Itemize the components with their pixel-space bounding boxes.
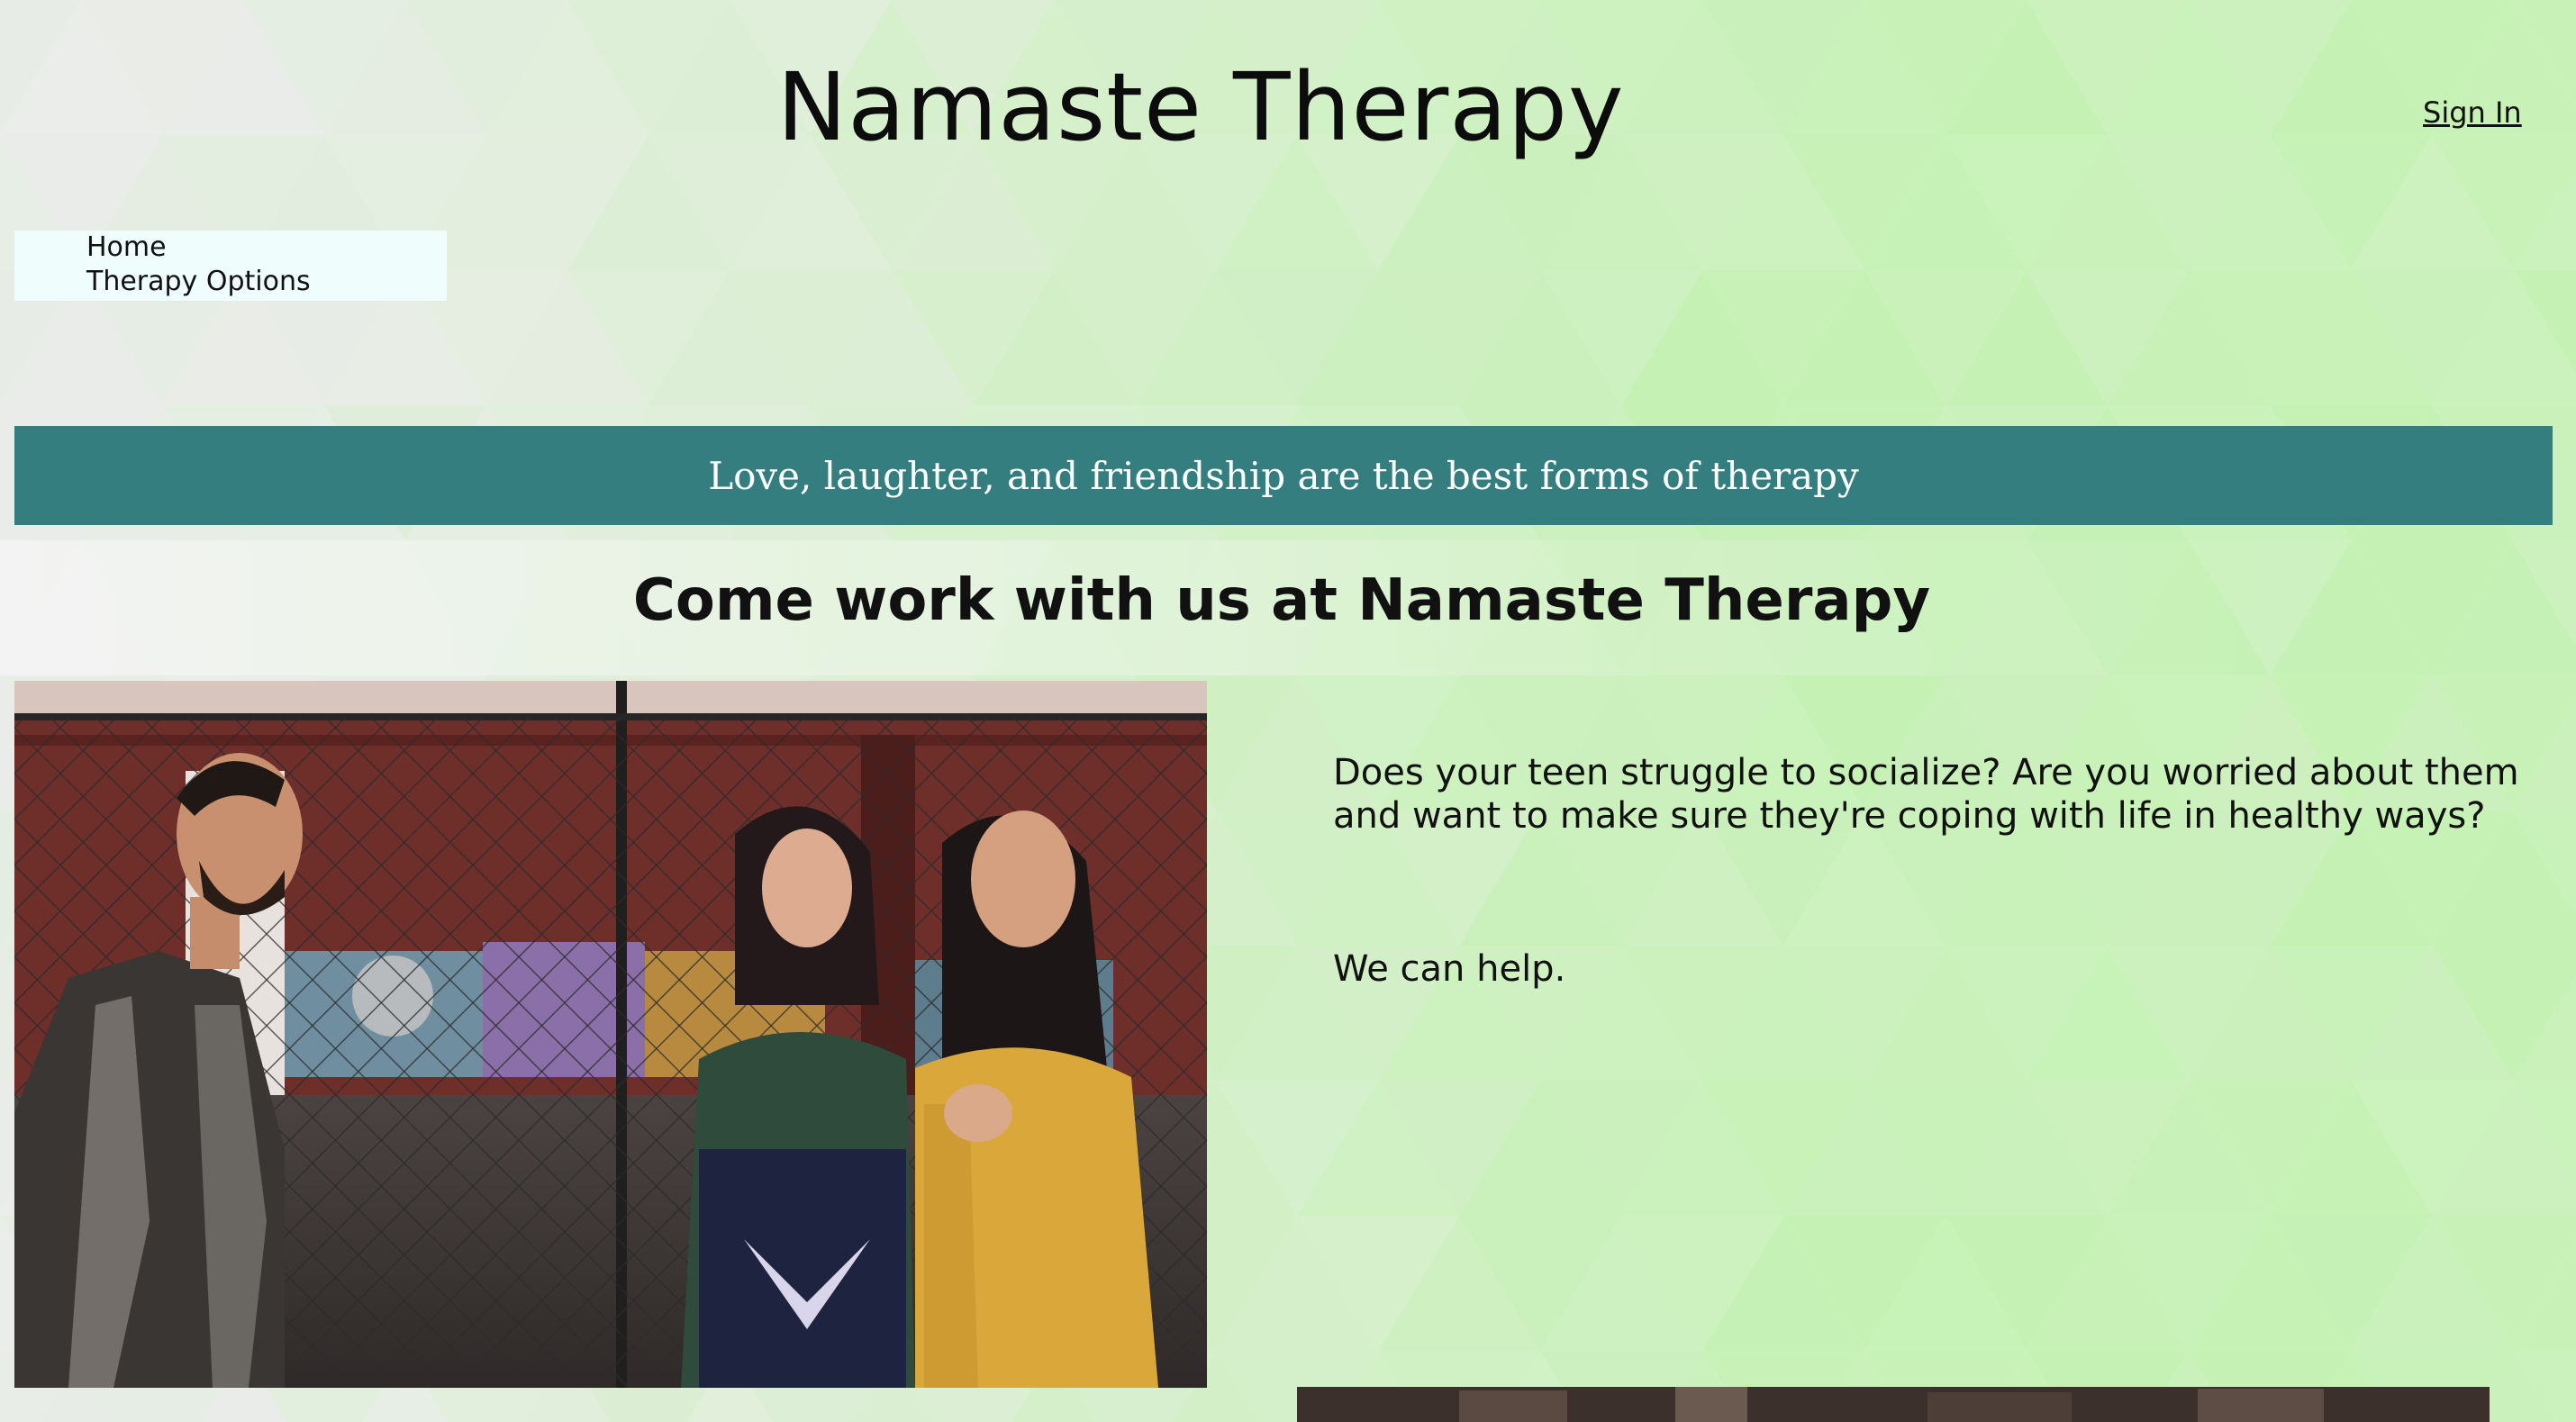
nav-item-therapy-options[interactable]: Therapy Options: [86, 265, 311, 299]
nav-menu: Home Therapy Options: [14, 231, 447, 301]
help-paragraph: We can help.: [1333, 948, 1566, 990]
quote-banner: Love, laughter, and friendship are the b…: [14, 426, 2553, 525]
second-photo: [1297, 1387, 2490, 1422]
site-title: Namaste Therapy: [776, 52, 1625, 162]
banner-quote: Love, laughter, and friendship are the b…: [708, 453, 1859, 498]
sign-in-link[interactable]: Sign In: [2423, 95, 2522, 130]
intro-paragraph: Does your teen struggle to socialize? Ar…: [1333, 752, 2519, 837]
section-heading: Come work with us at Namaste Therapy: [632, 567, 1931, 634]
friends-laughing-photo: [14, 681, 1207, 1388]
nav-item-home[interactable]: Home: [86, 231, 167, 265]
